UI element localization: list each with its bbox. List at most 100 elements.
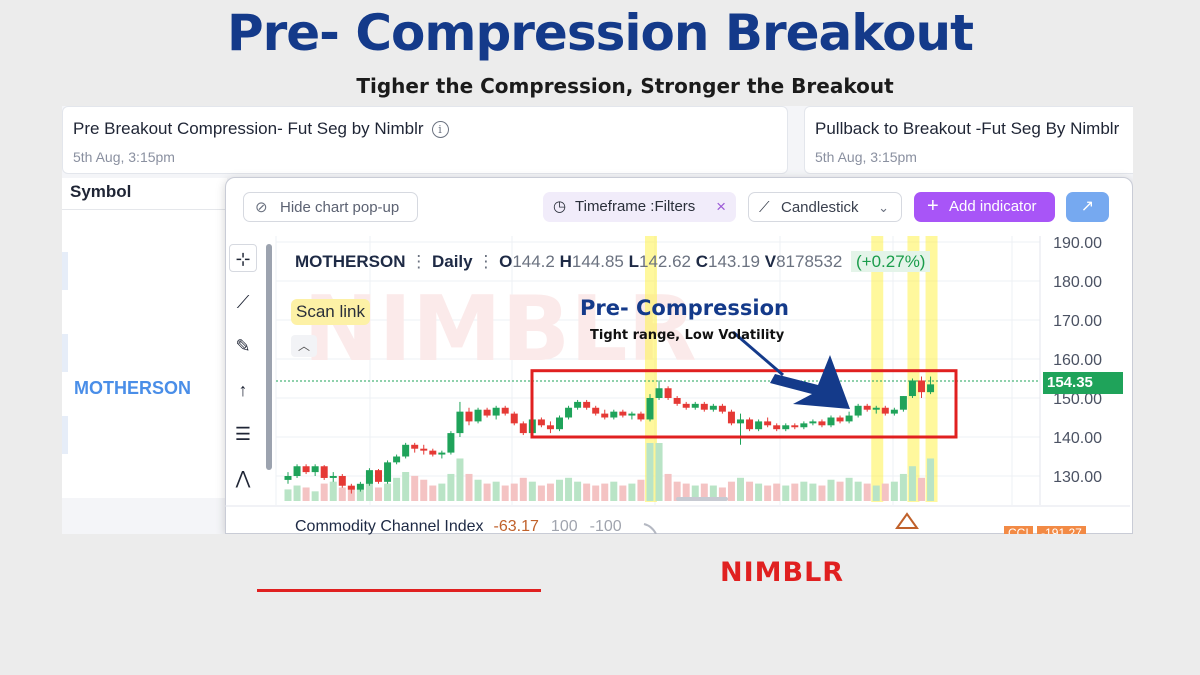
volume-bar <box>492 481 500 501</box>
candle-body <box>402 444 410 457</box>
candle-body <box>447 433 455 453</box>
candle-body <box>510 413 518 424</box>
candle-body <box>311 466 319 473</box>
indicator-price-tag: CCI -191.27 <box>1004 524 1122 534</box>
volume-bar <box>827 479 835 501</box>
candle-body <box>809 421 817 424</box>
volume-bar <box>899 473 907 501</box>
candle-body <box>709 405 717 410</box>
volume-bar <box>755 483 763 501</box>
high-value: 144.85 <box>571 252 624 271</box>
close-value: 143.19 <box>708 252 761 271</box>
candle-body <box>365 470 373 484</box>
volume-bar <box>918 477 925 501</box>
volume-bar <box>583 483 591 501</box>
candle-body <box>338 476 346 486</box>
candle-body <box>610 411 618 418</box>
volume-bar <box>610 481 618 501</box>
volume-bar <box>438 483 446 501</box>
candle-body <box>691 403 699 408</box>
volume-bar <box>800 481 808 501</box>
volume-bar <box>556 479 563 501</box>
app-screenshot: Pre Breakout Compression- Fut Seg by Nim… <box>62 106 1133 534</box>
candle-body <box>927 384 935 393</box>
y-axis-tick-label: 160.00 <box>1053 352 1102 369</box>
chevron-up-icon[interactable]: ︿ <box>291 335 317 357</box>
volume-bar <box>863 483 871 501</box>
volume-bar <box>791 483 799 501</box>
symbol-name: MOTHERSON <box>295 252 406 271</box>
candle-body <box>881 407 889 414</box>
candle-body <box>393 456 401 463</box>
candle-body <box>718 405 726 412</box>
volume-bar <box>782 485 790 501</box>
volume-bar <box>574 481 582 501</box>
candle-body <box>800 423 808 428</box>
candle-body <box>556 417 563 430</box>
volume-bar <box>664 473 672 501</box>
menu-dots-icon[interactable]: ⋮ <box>477 252 499 271</box>
annotation-subtitle: Tight range, Low Volatility <box>590 328 785 343</box>
indicator-level-high: 100 <box>550 518 578 535</box>
candle-body <box>746 419 754 430</box>
volume-bar <box>773 483 781 501</box>
volume-bar <box>311 491 319 501</box>
volume-bar <box>375 487 382 501</box>
highlight-column <box>871 236 884 502</box>
price-chart[interactable]: 190.00180.00170.00160.00150.00140.00130.… <box>62 106 1133 534</box>
scan-link-button[interactable]: Scan link <box>291 299 370 325</box>
volume-bar <box>429 485 437 501</box>
volume-bar <box>293 485 301 501</box>
volume-bar <box>565 477 573 501</box>
candle-body <box>908 380 916 397</box>
volume-bar <box>854 481 862 501</box>
candle-body <box>565 407 573 418</box>
menu-dots-icon[interactable]: ⋮ <box>410 252 432 271</box>
candle-body <box>546 425 554 430</box>
y-axis-tick-label: 140.00 <box>1053 430 1102 447</box>
indicator-name: Commodity Channel Index <box>295 518 484 535</box>
volume-bar <box>411 475 419 501</box>
candle-body <box>791 425 799 428</box>
volume-bar <box>501 485 509 501</box>
chart-scroll-handle <box>676 497 728 501</box>
candle-body <box>845 415 853 422</box>
candle-body <box>592 407 600 414</box>
candle-body <box>420 448 428 451</box>
candle-body <box>519 423 527 434</box>
indicator-value: -63.17 <box>493 518 539 535</box>
volume-bar <box>881 483 889 501</box>
candle-body <box>537 419 545 426</box>
candle-body <box>727 411 735 424</box>
brand-logo: NIMBLR <box>720 557 845 588</box>
candle-body <box>664 388 672 398</box>
volume-bar <box>519 477 527 501</box>
volume-bar <box>537 485 545 501</box>
candle-body <box>818 421 826 426</box>
volume-bar <box>474 479 482 501</box>
volume-bar <box>890 481 898 501</box>
last-price-tag: 154.35 <box>1043 372 1123 394</box>
annotation-title: Pre- Compression <box>580 296 789 320</box>
volume-bar <box>818 485 826 501</box>
volume-bar <box>546 483 554 501</box>
volume-bar <box>619 485 627 501</box>
volume-bar <box>447 473 455 501</box>
annotation-arrow <box>770 355 850 409</box>
highlight-column <box>907 236 920 502</box>
volume-bar <box>456 458 464 501</box>
volume-bar <box>845 477 853 501</box>
page-title: Pre- Compression Breakout <box>226 4 974 62</box>
volume-bar <box>384 483 392 501</box>
candle-body <box>755 421 763 430</box>
volume-bar <box>927 458 935 501</box>
volume-bar <box>655 443 663 501</box>
volume-bar <box>872 485 880 501</box>
volume-bar <box>836 481 844 501</box>
candle-body <box>673 398 681 404</box>
candle-body <box>284 476 292 480</box>
low-value: 142.62 <box>639 252 691 271</box>
interval-label: Daily <box>431 252 473 271</box>
candle-body <box>655 388 663 398</box>
volume-bar <box>302 487 310 501</box>
